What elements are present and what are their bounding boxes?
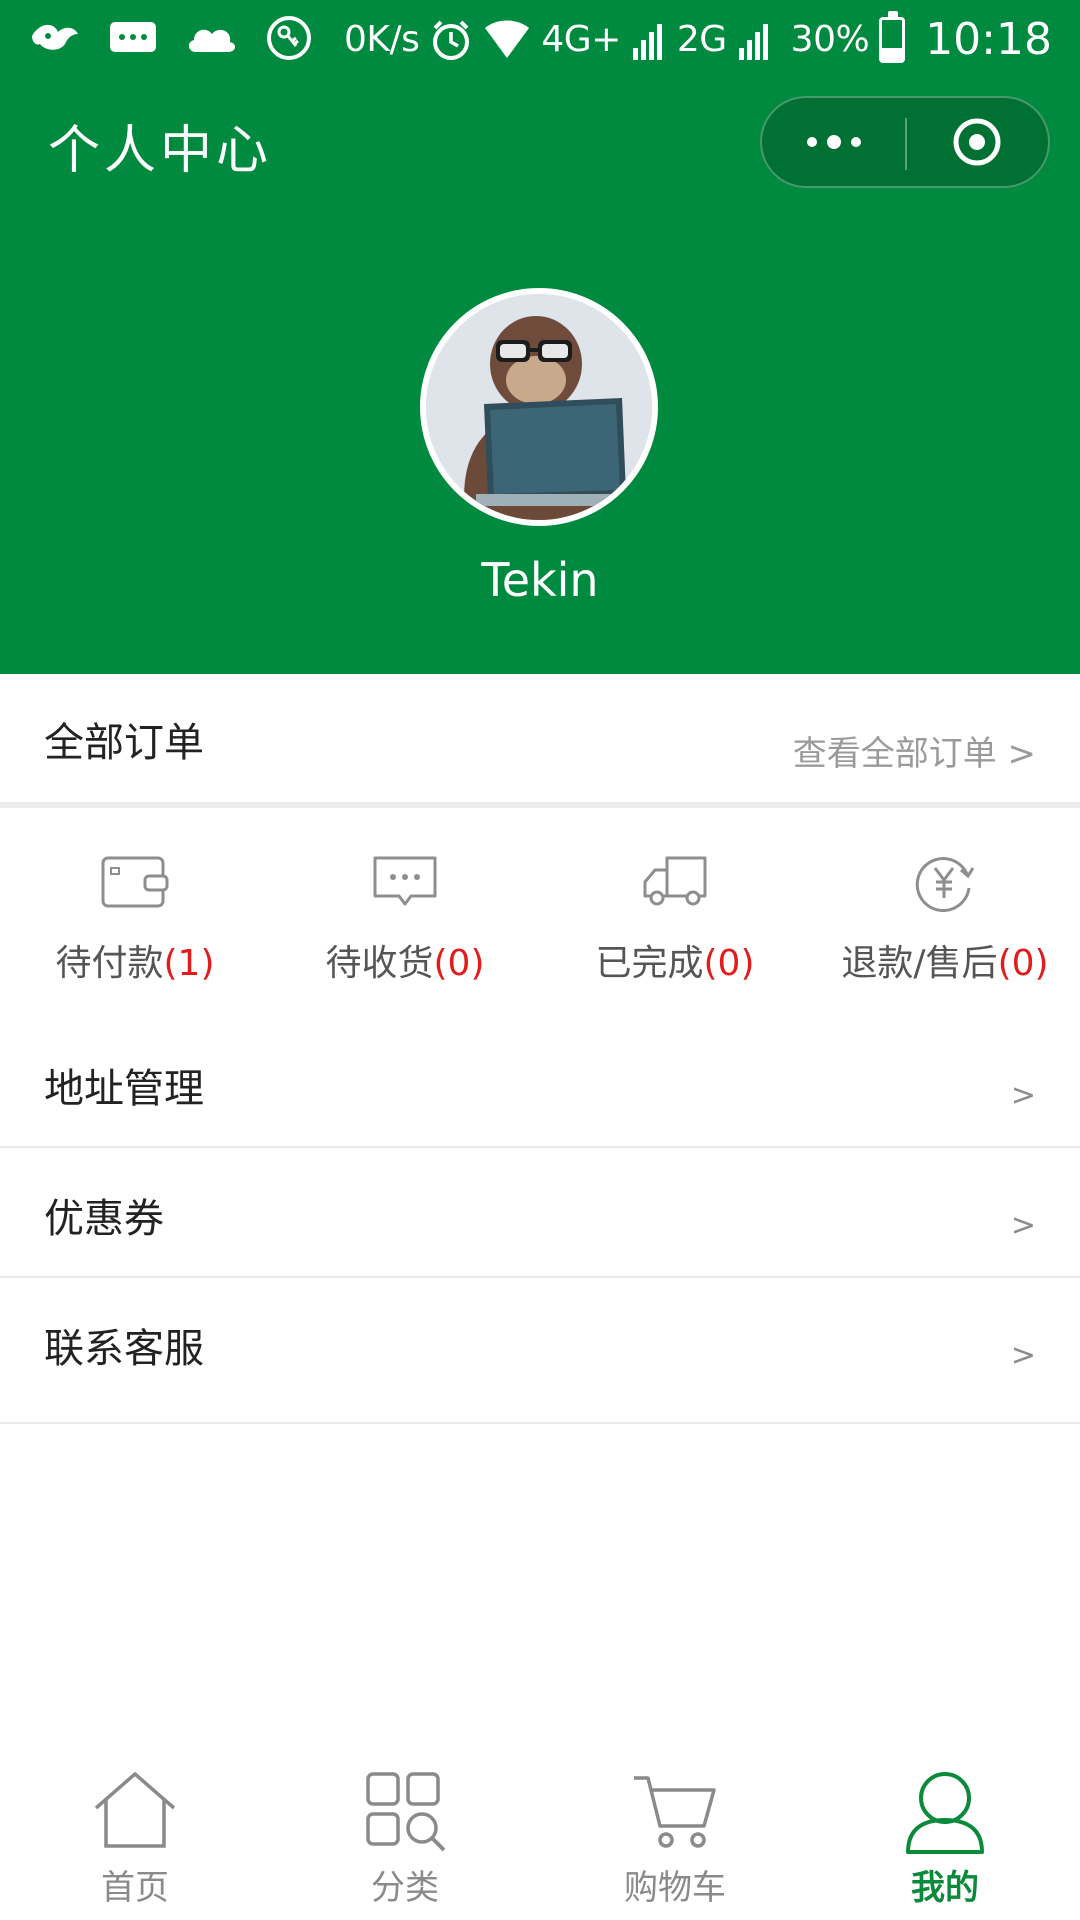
mini-program-capsule: [760, 96, 1050, 188]
chevron-right-icon: >: [1010, 1338, 1036, 1373]
tab-label: 购物车: [624, 1868, 726, 1908]
category-icon: [366, 1772, 446, 1852]
order-count: (0): [703, 943, 755, 984]
cart-icon: [634, 1776, 716, 1848]
close-button[interactable]: [905, 98, 1048, 186]
orders-title: 全部订单: [44, 720, 204, 766]
order-count: (0): [997, 943, 1049, 984]
order-count: (0): [433, 943, 485, 984]
order-status-pending-payment[interactable]: 待付款(1): [0, 808, 270, 1018]
tab-label: 首页: [101, 1868, 169, 1908]
more-dots-icon: [806, 135, 861, 149]
page-title: 个人中心: [48, 121, 273, 181]
status-bar: 0K/s 4G+ 2G 30% 10:18: [0, 0, 1080, 78]
menu-item-customer-service[interactable]: 联系客服 >: [0, 1278, 1080, 1424]
tab-bar: 首页 分类 购物车 我的: [0, 1760, 1080, 1920]
clock-time: 10:18: [925, 14, 1052, 65]
order-status-label: 退款/售后(0): [841, 943, 1049, 984]
more-button[interactable]: [762, 98, 905, 186]
tab-mine[interactable]: 我的: [810, 1760, 1080, 1920]
order-status-completed[interactable]: 已完成(0): [540, 808, 810, 1018]
net-speed: 0K/s: [343, 19, 420, 60]
menu-item-address[interactable]: 地址管理 >: [0, 1018, 1080, 1148]
order-status-pending-receipt[interactable]: 待收货(0): [270, 808, 540, 1018]
order-count: (1): [163, 943, 215, 984]
message-box-icon: [373, 856, 437, 906]
username: Tekin: [481, 553, 599, 607]
network-type-1: 4G+: [541, 19, 621, 60]
order-status-label: 已完成(0): [595, 943, 755, 984]
home-icon: [94, 1772, 176, 1848]
chevron-right-icon: >: [1010, 1208, 1036, 1243]
alarm-icon: [433, 20, 470, 60]
view-all-orders-link[interactable]: 查看全部订单 >: [793, 726, 1036, 775]
tab-label: 我的: [911, 1868, 979, 1908]
wifi-icon: [485, 20, 530, 58]
user-icon: [906, 1772, 984, 1854]
signal-icon: [738, 24, 768, 60]
order-status-refund[interactable]: 退款/售后(0): [810, 808, 1080, 1018]
key-icon: [267, 16, 311, 60]
signal-icon: [632, 24, 662, 60]
avatar-image: [426, 294, 652, 520]
battery-icon: [879, 11, 906, 63]
tab-label: 分类: [371, 1868, 439, 1908]
close-target-icon: [953, 118, 1000, 166]
menu-item-label: 地址管理: [44, 1066, 204, 1112]
order-status-label: 待付款(1): [55, 943, 215, 984]
menu-item-label: 联系客服: [44, 1326, 204, 1372]
battery-percent: 30%: [790, 19, 870, 60]
menu-item-label: 优惠券: [44, 1196, 164, 1242]
all-orders-row[interactable]: 全部订单 查看全部订单 >: [0, 674, 1080, 802]
chevron-right-icon: >: [1010, 1078, 1036, 1113]
avatar[interactable]: [420, 288, 658, 526]
refund-yen-icon: [915, 857, 975, 912]
message-icon: [110, 22, 156, 52]
order-status-bar: 待付款(1) 待收货(0) 已完成(0) 退款/售后(0): [0, 808, 1080, 1018]
nav-bar: 个人中心: [0, 78, 1080, 212]
tab-cart[interactable]: 购物车: [540, 1760, 810, 1920]
network-type-2: 2G: [676, 19, 727, 60]
bird-logo-icon: [32, 24, 78, 50]
order-status-label: 待收货(0): [325, 943, 485, 984]
tab-home[interactable]: 首页: [0, 1760, 270, 1920]
header: 0K/s 4G+ 2G 30% 10:18 个人中心 Tekin: [0, 0, 1080, 674]
menu-item-coupons[interactable]: 优惠券 >: [0, 1148, 1080, 1278]
tab-category[interactable]: 分类: [270, 1760, 540, 1920]
truck-icon: [643, 856, 707, 906]
cloud-icon: [188, 29, 236, 52]
wallet-icon: [101, 856, 169, 908]
